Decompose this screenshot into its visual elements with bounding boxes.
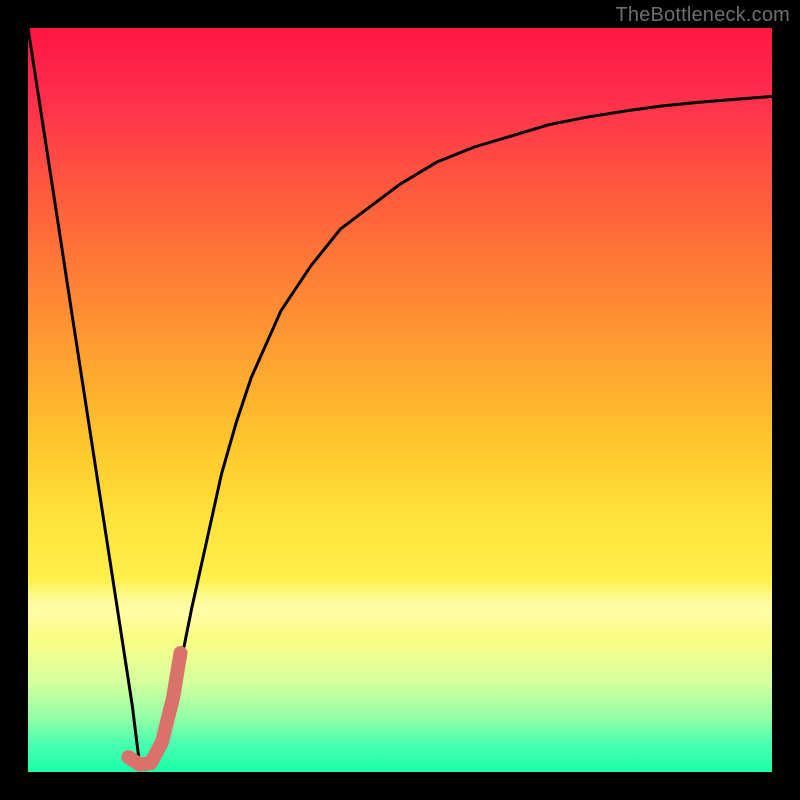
series-group [28, 28, 772, 765]
bottleneck-curve [28, 28, 772, 765]
plot-area [28, 28, 772, 772]
chart-svg [28, 28, 772, 772]
watermark-text: TheBottleneck.com [615, 4, 790, 27]
chart-frame: TheBottleneck.com [0, 0, 800, 800]
